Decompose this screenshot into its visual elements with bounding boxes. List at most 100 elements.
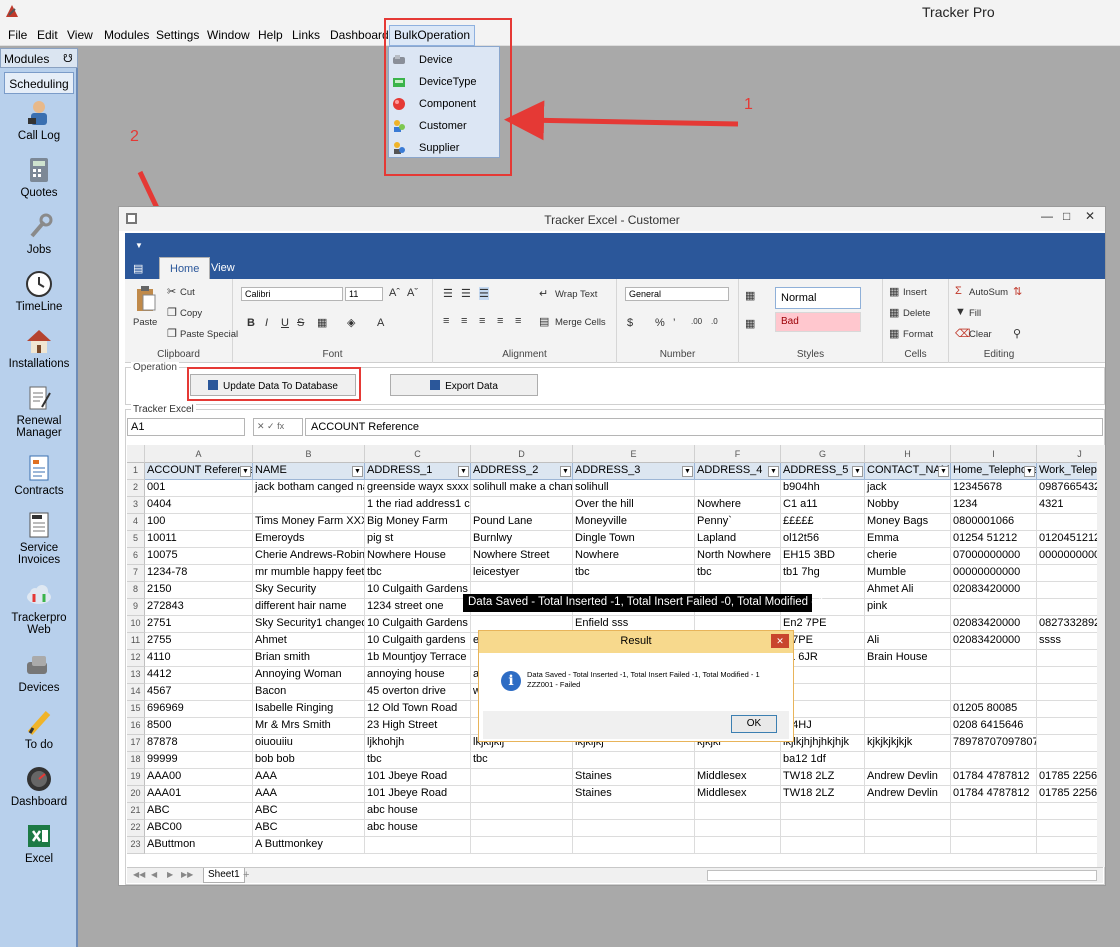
table-cell[interactable] <box>781 837 865 854</box>
decrease-indent-icon[interactable]: ≡ <box>497 315 503 327</box>
header-cell[interactable]: ADDRESS_1 ▼ <box>365 463 471 480</box>
table-cell[interactable]: cherie <box>865 548 951 565</box>
align-left-icon[interactable]: ≡ <box>443 315 449 327</box>
table-cell[interactable]: 10 Culgaith Gardens <box>365 616 471 633</box>
table-cell[interactable]: 0120451212 <box>1037 531 1097 548</box>
table-cell[interactable]: Burnlwy <box>471 531 573 548</box>
decrease-decimal-icon[interactable]: .0 <box>711 317 718 326</box>
header-cell[interactable]: ADDRESS_5 ▼ <box>781 463 865 480</box>
header-cell[interactable]: NAME ▼ <box>253 463 365 480</box>
table-cell[interactable] <box>573 803 695 820</box>
sidebar-item-quotes[interactable]: Quotes <box>0 155 78 199</box>
sidebar-item-timeline[interactable]: TimeLine <box>0 269 78 313</box>
table-cell[interactable]: 02083420000 <box>951 633 1037 650</box>
dialog-close-icon[interactable]: ✕ <box>771 634 789 648</box>
table-cell[interactable] <box>471 786 573 803</box>
table-cell[interactable]: kjkjkjkjkjk <box>865 735 951 752</box>
autosum-button[interactable]: AutoSum <box>969 287 1008 298</box>
table-cell[interactable] <box>1037 701 1097 718</box>
column-header[interactable]: A <box>145 445 253 463</box>
table-cell[interactable]: Annoying Woman <box>253 667 365 684</box>
table-cell[interactable]: 01785 225625 <box>1037 786 1097 803</box>
export-data-button[interactable]: Export Data <box>390 374 538 396</box>
table-cell[interactable]: 0404 <box>145 497 253 514</box>
clear-button[interactable]: Clear <box>969 329 992 340</box>
table-cell[interactable]: Pound Lane <box>471 514 573 531</box>
table-cell[interactable] <box>253 497 365 514</box>
table-cell[interactable]: ABC00 <box>145 820 253 837</box>
table-cell[interactable]: 2751 <box>145 616 253 633</box>
row-number[interactable]: 12 <box>127 650 145 667</box>
format-icon[interactable]: ▦ <box>889 327 899 340</box>
table-cell[interactable]: ljkhohjh <box>365 735 471 752</box>
table-cell[interactable] <box>781 803 865 820</box>
table-cell[interactable]: 12 Old Town Road <box>365 701 471 718</box>
table-cell[interactable]: 23 High Street <box>365 718 471 735</box>
table-cell[interactable] <box>471 820 573 837</box>
sidebar-section-scheduling[interactable]: Scheduling <box>4 72 74 94</box>
table-cell[interactable]: 1234-78 <box>145 565 253 582</box>
row-number[interactable]: 18 <box>127 752 145 769</box>
table-cell[interactable] <box>865 837 951 854</box>
paste-icon[interactable] <box>135 285 157 313</box>
table-cell[interactable] <box>695 820 781 837</box>
name-box[interactable]: A1 <box>127 418 245 436</box>
table-cell[interactable]: solihull <box>573 480 695 497</box>
table-cell[interactable]: ABC <box>145 803 253 820</box>
row-number[interactable]: 13 <box>127 667 145 684</box>
table-cell[interactable]: Ali <box>865 633 951 650</box>
sidebar-item-excel[interactable]: Excel <box>0 821 78 865</box>
table-cell[interactable]: ABC <box>253 820 365 837</box>
table-cell[interactable]: C1 a11 <box>781 497 865 514</box>
column-header[interactable]: G <box>781 445 865 463</box>
table-cell[interactable]: Cherie Andrews-Robinson <box>253 548 365 565</box>
table-cell[interactable] <box>1037 514 1097 531</box>
table-cell[interactable]: 0208 6415646 <box>951 718 1037 735</box>
table-cell[interactable]: tbc <box>365 752 471 769</box>
table-cell[interactable]: pig st <box>365 531 471 548</box>
table-cell[interactable] <box>695 803 781 820</box>
close-button[interactable]: ✕ <box>1085 209 1095 223</box>
filter-dropdown-icon[interactable]: ▼ <box>1024 466 1035 477</box>
paste-button[interactable]: Paste <box>133 317 157 328</box>
table-cell[interactable]: ssss <box>1037 633 1097 650</box>
table-cell[interactable]: 2755 <box>145 633 253 650</box>
table-cell[interactable]: 01205 80085 <box>951 701 1037 718</box>
menu-file[interactable]: File <box>8 28 27 42</box>
sidebar-item-devices[interactable]: Devices <box>0 650 78 694</box>
minimize-button[interactable]: — <box>1041 209 1053 223</box>
table-cell[interactable]: 0987665432 <box>1037 480 1097 497</box>
find-icon[interactable]: ⚲ <box>1013 327 1021 340</box>
sheet-prev-icon[interactable]: ◀ <box>151 870 157 879</box>
row-number[interactable]: 6 <box>127 548 145 565</box>
row-number[interactable]: 2 <box>127 480 145 497</box>
table-cell[interactable] <box>951 820 1037 837</box>
row-number[interactable]: 7 <box>127 565 145 582</box>
table-cell[interactable]: Ahmet Ali <box>865 582 951 599</box>
font-name-select[interactable]: Calibri <box>241 287 343 301</box>
table-cell[interactable] <box>951 837 1037 854</box>
table-cell[interactable]: tbc <box>365 565 471 582</box>
merge-cells-button[interactable]: Merge Cells <box>555 317 606 328</box>
row-number[interactable]: 15 <box>127 701 145 718</box>
number-format-select[interactable]: General <box>625 287 729 301</box>
table-cell[interactable]: Nowhere House <box>365 548 471 565</box>
bold-icon[interactable]: B <box>247 317 255 329</box>
format-button[interactable]: Format <box>903 329 933 340</box>
table-cell[interactable]: Nowhere Street <box>471 548 573 565</box>
italic-icon[interactable]: I <box>265 317 268 329</box>
column-header[interactable]: H <box>865 445 951 463</box>
header-cell[interactable]: ADDRESS_3 ▼ <box>573 463 695 480</box>
table-cell[interactable]: 45 overton drive <box>365 684 471 701</box>
table-cell[interactable]: Over the hill <box>573 497 695 514</box>
table-cell[interactable]: 696969 <box>145 701 253 718</box>
merge-cells-icon[interactable]: ▤ <box>539 315 549 328</box>
table-cell[interactable]: Sky Security1 changed <box>253 616 365 633</box>
table-cell[interactable]: Ahmet <box>253 633 365 650</box>
wrap-text-button[interactable]: Wrap Text <box>555 289 597 300</box>
sheet-tab-sheet1[interactable]: Sheet1 <box>203 868 245 883</box>
table-cell[interactable]: Mumble <box>865 565 951 582</box>
paste-special-button[interactable]: Paste Special <box>180 329 238 340</box>
header-cell[interactable]: Home_Telephone ▼ <box>951 463 1037 480</box>
table-cell[interactable]: 0800001066 <box>951 514 1037 531</box>
